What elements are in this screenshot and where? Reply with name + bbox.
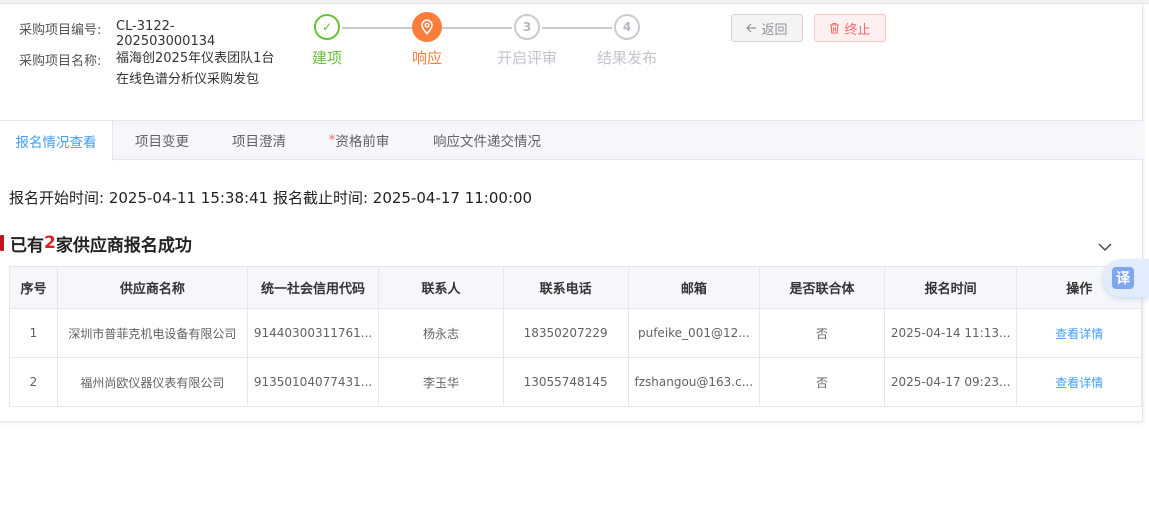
stop-button[interactable]: 终止 [814,14,886,42]
cell-consortium: 否 [759,308,885,358]
step-number: 3 [514,14,540,40]
tab-label: 资格前审 [335,134,390,150]
cell-phone: 18350207229 [502,308,629,358]
cell-signup-time: 2025-04-14 11:13... [883,308,1018,358]
table-row: 1 深圳市普菲克机电设备有限公司 91440300311761... 杨永志 1… [9,308,1142,358]
col-index: 序号 [9,266,58,309]
step-label: 结果发布 [596,49,657,67]
cell-email: pufeike_001@12... [627,308,761,358]
project-no-value: CL-3122-202503000134 [116,19,216,49]
cell-signup-time: 2025-04-17 09:23... [883,357,1018,407]
cell-index: 1 [9,308,58,358]
cell-supplier: 福州尚欧仪器仪表有限公司 [56,357,248,407]
cell-contact: 杨永志 [378,308,504,358]
end-value: 2025-04-17 11:00:00 [372,189,533,207]
step-label: 开启评审 [496,49,557,67]
step-label: 建项 [311,49,342,67]
step-publish: 4 结果发布 [587,14,667,68]
page: 采购项目编号: CL-3122-202503000134 采购项目名称: 福海创… [0,0,1149,516]
cell-consortium: 否 [759,357,885,407]
cell-action: 查看详情 [1016,308,1142,358]
translate-float-button[interactable]: 译 [1103,259,1149,297]
project-card: 采购项目编号: CL-3122-202503000134 采购项目名称: 福海创… [0,4,1143,422]
supplier-count: 2 [44,233,56,253]
title-prefix: 已有 [10,235,44,256]
step-review: 3 开启评审 [487,14,567,68]
tab-prequalification[interactable]: * 资格前审 [307,120,411,160]
end-label: 报名截止时间: [272,189,368,207]
tab-project-clarify[interactable]: 项目澄清 [211,120,307,160]
cell-credit-code: 91440300311761... [246,308,380,358]
check-icon: ✓ [314,14,340,40]
location-pin-icon [412,12,442,42]
arrow-left-icon [746,23,757,33]
supplier-table: 序号 供应商名称 统一社会信用代码 联系人 联系电话 邮箱 是否联合体 报名时间… [9,266,1142,407]
section-title: 已有 2 家供应商报名成功 [0,232,192,256]
tab-bar: 报名情况查看 项目变更 项目澄清 * 资格前审 响应文件递交情况 [0,120,1143,161]
table-header-row: 序号 供应商名称 统一社会信用代码 联系人 联系电话 邮箱 是否联合体 报名时间… [9,266,1142,309]
col-credit-code: 统一社会信用代码 [246,266,380,309]
cell-action: 查看详情 [1016,357,1142,407]
cell-credit-code: 91350104077431... [246,357,380,407]
cell-email: fzshangou@163.c... [627,357,761,407]
trash-icon [829,22,840,34]
col-consortium: 是否联合体 [759,266,885,309]
title-accent-bar [0,235,4,251]
col-signup-time: 报名时间 [883,266,1018,309]
tab-registration[interactable]: 报名情况查看 [0,120,113,161]
cell-supplier: 深圳市普菲克机电设备有限公司 [56,308,248,358]
title-suffix: 家供应商报名成功 [55,235,192,256]
col-phone: 联系电话 [502,266,629,309]
view-details-link[interactable]: 查看详情 [1055,376,1103,390]
step-create: ✓ 建项 [297,14,357,68]
project-no-label: 采购项目编号: [19,23,102,38]
step-response: 响应 [397,12,457,68]
registration-time: 报名开始时间: 2025-04-11 15:38:41 报名截止时间: 2025… [9,187,532,208]
start-label: 报名开始时间: [9,189,105,207]
col-email: 邮箱 [627,266,761,309]
table-row: 2 福州尚欧仪器仪表有限公司 91350104077431... 李玉华 130… [9,357,1142,407]
cell-phone: 13055748145 [502,357,629,407]
step-label: 响应 [411,49,442,67]
col-contact: 联系人 [378,266,504,309]
tab-project-change[interactable]: 项目变更 [113,120,211,160]
step-number: 4 [614,14,640,40]
stop-label: 终止 [844,22,871,38]
start-value: 2025-04-11 15:38:41 [108,189,269,207]
tab-submission-status[interactable]: 响应文件递交情况 [411,120,563,160]
back-label: 返回 [761,22,788,38]
project-name-value: 福海创2025年仪表团队1台在线色谱分析仪采购发包 [116,51,275,87]
required-star: * [328,132,336,148]
cell-contact: 李玉华 [378,357,504,407]
translate-icon: 译 [1112,267,1134,289]
progress-steps: ✓ 建项 响应 3 开启评审 4 结果发布 [297,12,700,74]
cell-index: 2 [9,357,58,407]
back-button[interactable]: 返回 [731,14,803,42]
project-name-label: 采购项目名称: [19,54,102,69]
chevron-down-icon[interactable] [1097,237,1113,256]
col-supplier: 供应商名称 [56,266,248,309]
view-details-link[interactable]: 查看详情 [1055,327,1103,341]
